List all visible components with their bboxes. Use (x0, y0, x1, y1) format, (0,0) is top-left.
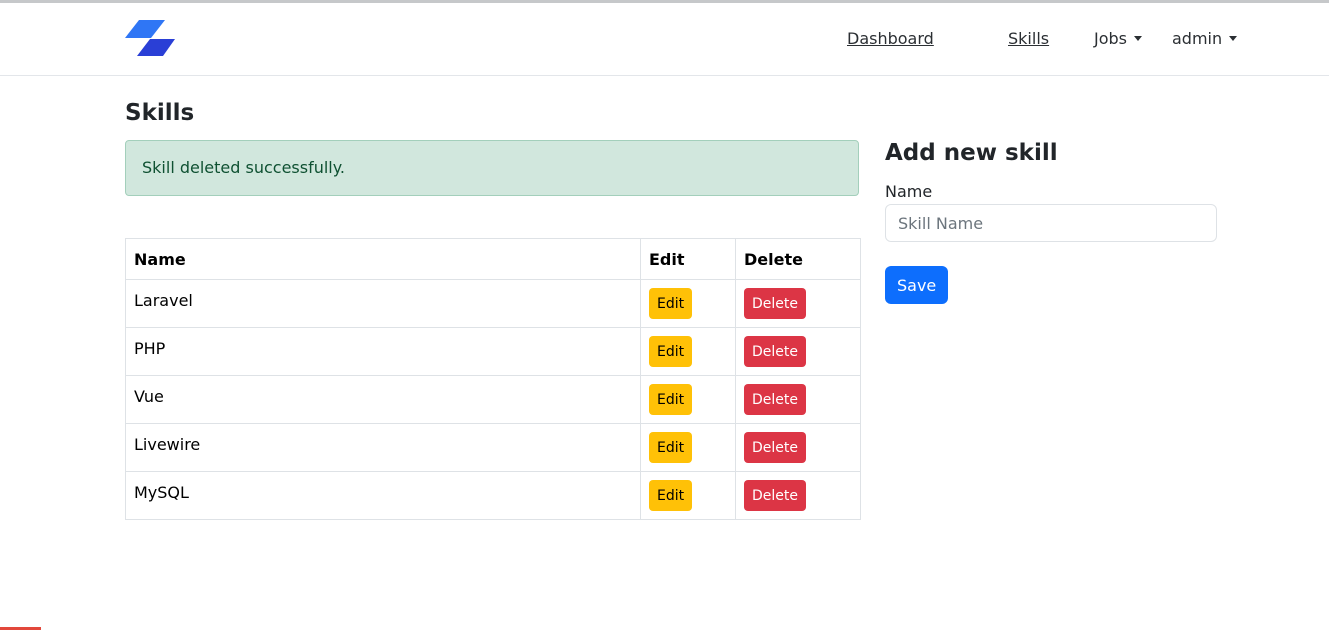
nav-dropdown-admin-label: admin (1172, 29, 1223, 48)
edit-button[interactable]: Edit (649, 288, 693, 319)
edit-button[interactable]: Edit (649, 384, 693, 415)
delete-button[interactable]: Delete (744, 288, 806, 319)
skill-name-cell: MySQL (125, 471, 641, 520)
edit-cell: Edit (640, 279, 736, 328)
skill-name-cell: Vue (125, 375, 641, 424)
nav-dropdown-admin[interactable]: admin (1172, 29, 1238, 48)
delete-cell: Delete (735, 279, 861, 328)
edit-cell: Edit (640, 471, 736, 520)
skill-name-cell: PHP (125, 327, 641, 376)
table-header-row: Name Edit Delete (125, 238, 861, 280)
save-button[interactable]: Save (885, 266, 949, 304)
nav-link-dashboard[interactable]: Dashboard (847, 29, 934, 48)
caret-down-icon (1229, 36, 1238, 41)
table-row: PHP Edit Delete (125, 327, 861, 376)
table-row: Laravel Edit Delete (125, 279, 861, 328)
edit-cell: Edit (640, 327, 736, 376)
table-row: MySQL Edit Delete (125, 471, 861, 520)
skill-name-label: Name (885, 182, 933, 201)
alert-message: Skill deleted successfully. (142, 158, 346, 177)
edit-cell: Edit (640, 423, 736, 472)
edit-button[interactable]: Edit (649, 432, 693, 463)
delete-button[interactable]: Delete (744, 336, 806, 367)
edit-cell: Edit (640, 375, 736, 424)
top-navbar: Dashboard Skills Jobs admin (0, 3, 1329, 76)
bottom-left-mark (0, 627, 41, 630)
caret-down-icon (1134, 36, 1142, 41)
brand-logo-icon[interactable] (125, 20, 177, 56)
delete-button[interactable]: Delete (744, 384, 806, 415)
skills-table: Name Edit Delete Laravel Edit Delete PHP… (125, 238, 861, 520)
skill-name-input[interactable] (885, 204, 1217, 242)
skill-name-cell: Laravel (125, 279, 641, 328)
add-skill-title: Add new skill (885, 140, 1058, 166)
column-header-delete: Delete (735, 238, 861, 280)
nav-dropdown-jobs[interactable]: Jobs (1094, 29, 1142, 48)
table-row: Vue Edit Delete (125, 375, 861, 424)
column-header-edit: Edit (640, 238, 736, 280)
nav-link-skills[interactable]: Skills (1008, 29, 1049, 48)
page-title: Skills (125, 100, 195, 126)
edit-button[interactable]: Edit (649, 480, 693, 511)
nav-dropdown-jobs-label: Jobs (1094, 29, 1127, 48)
edit-button[interactable]: Edit (649, 336, 693, 367)
delete-cell: Delete (735, 471, 861, 520)
delete-button[interactable]: Delete (744, 480, 806, 511)
table-row: Livewire Edit Delete (125, 423, 861, 472)
delete-cell: Delete (735, 423, 861, 472)
column-header-name: Name (125, 238, 641, 280)
skill-name-cell: Livewire (125, 423, 641, 472)
success-alert: Skill deleted successfully. (125, 140, 859, 196)
delete-cell: Delete (735, 375, 861, 424)
delete-cell: Delete (735, 327, 861, 376)
delete-button[interactable]: Delete (744, 432, 806, 463)
